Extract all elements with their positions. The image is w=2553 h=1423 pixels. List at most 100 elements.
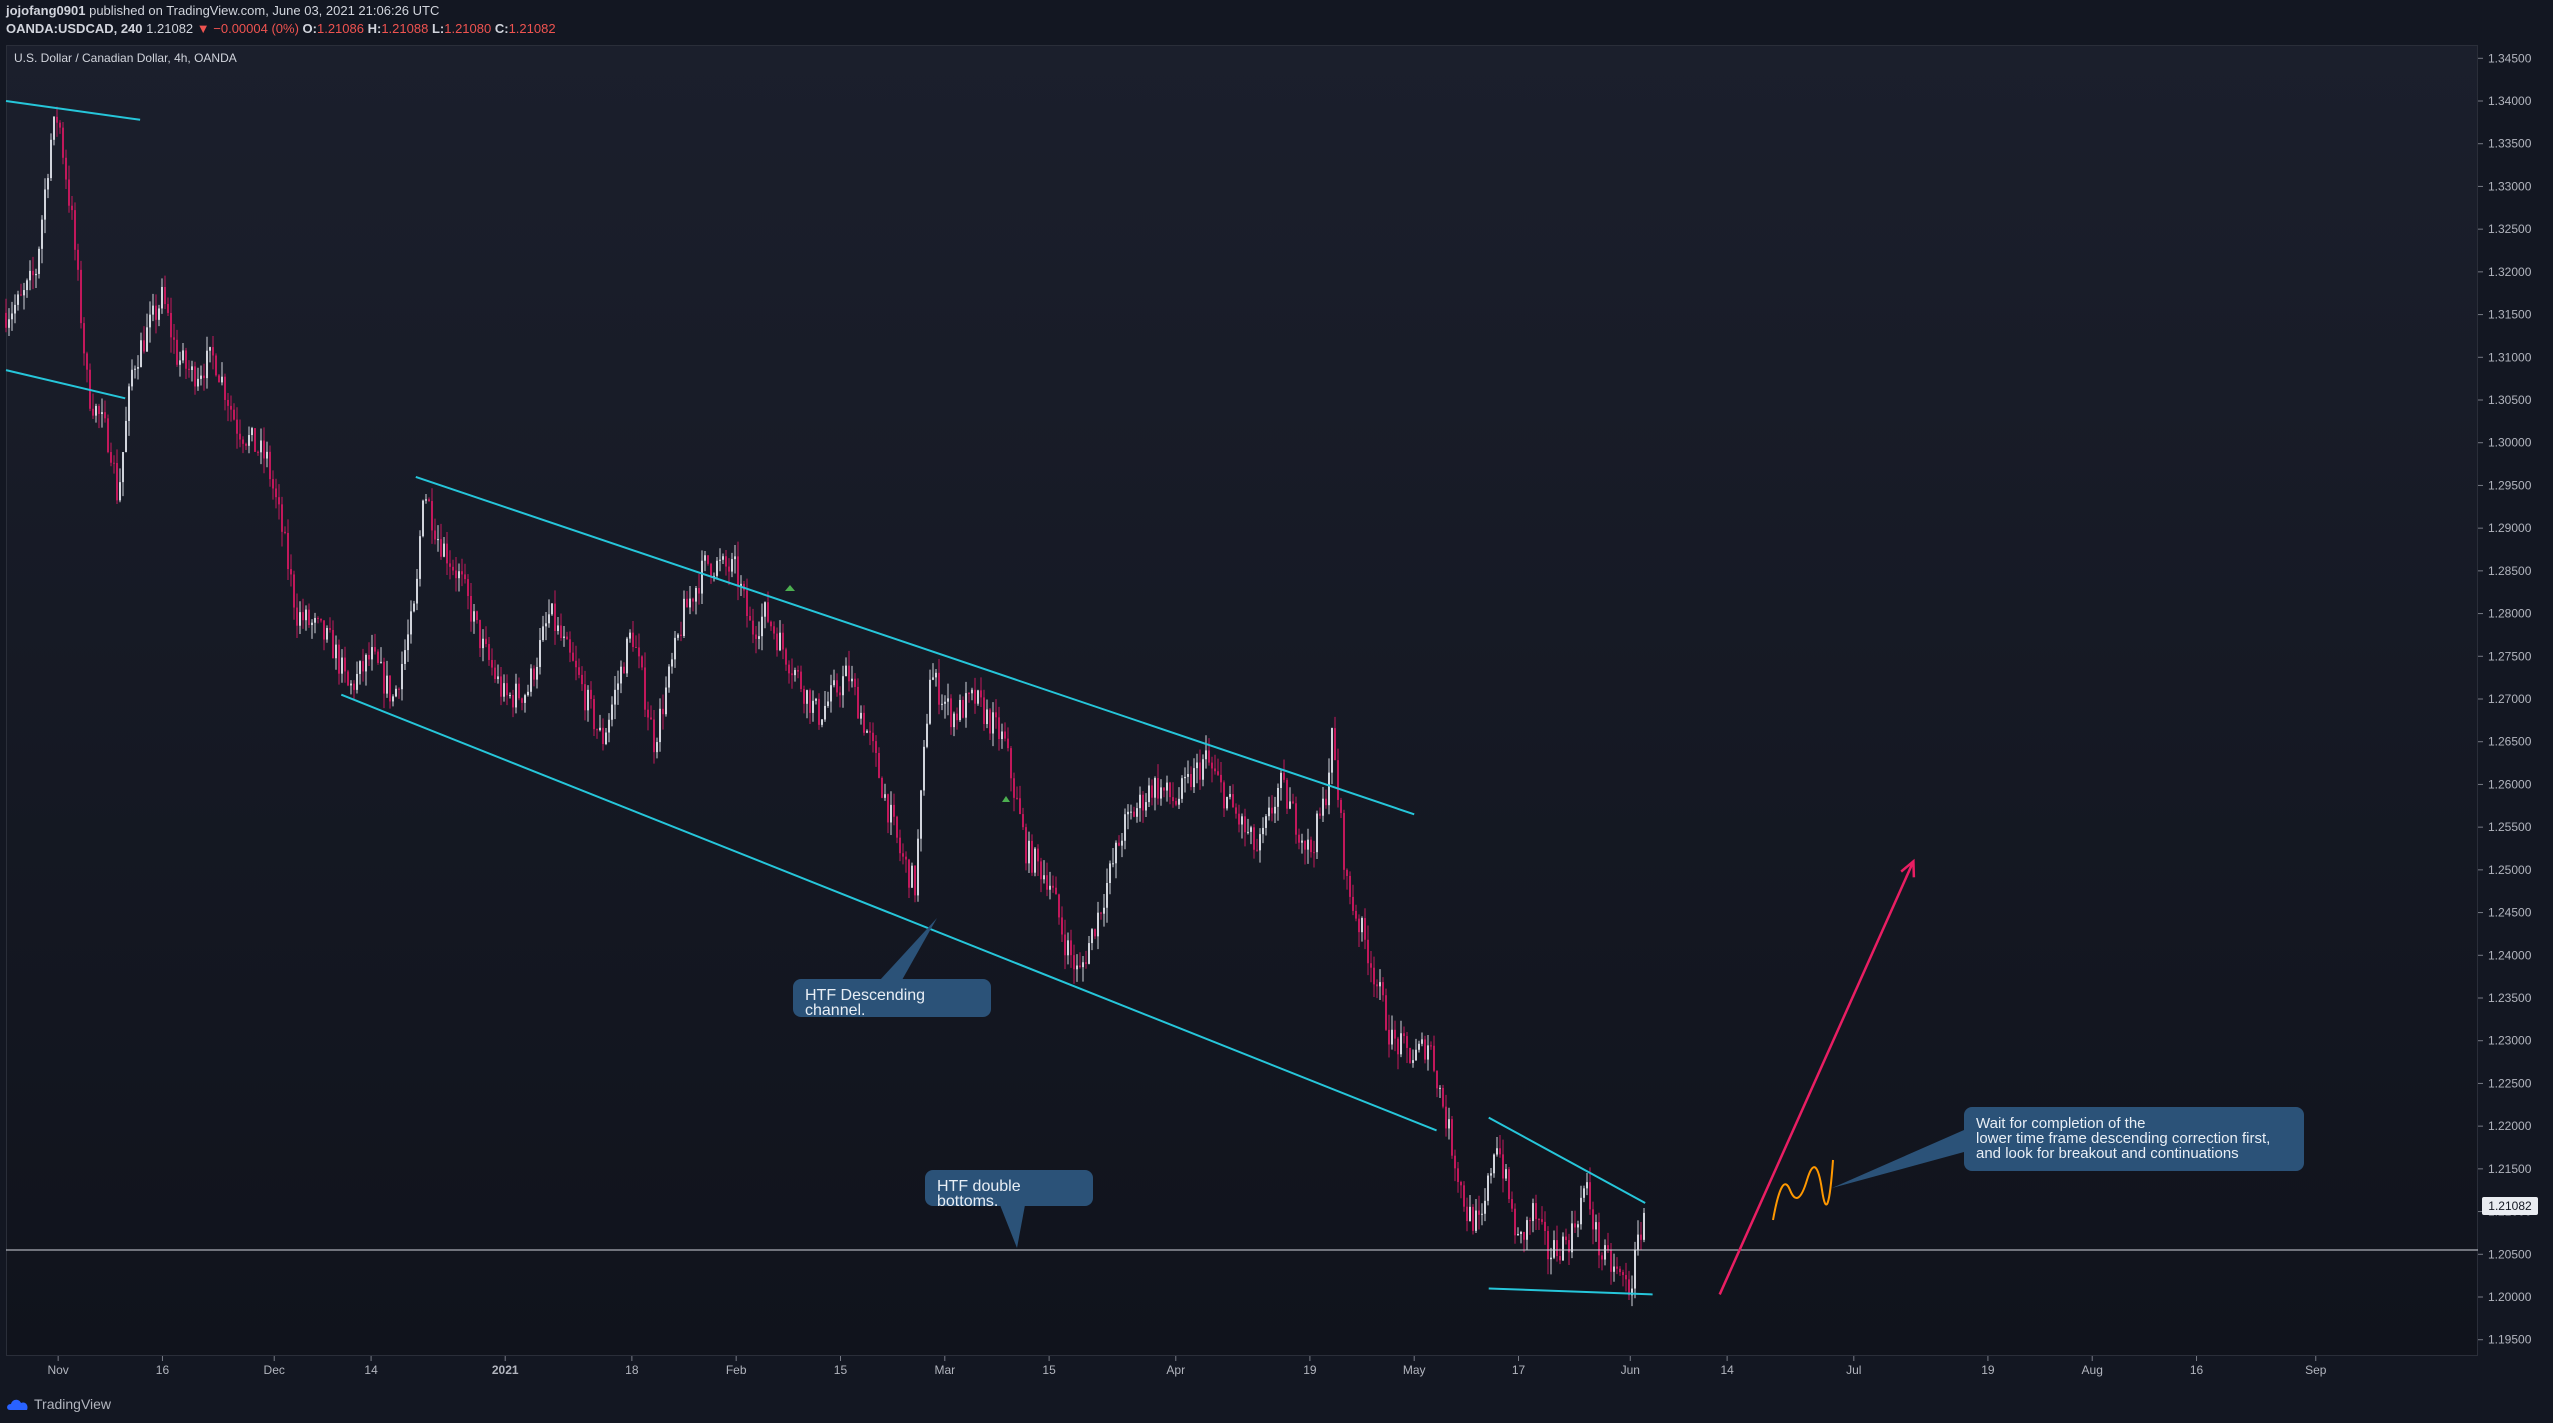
candle-body bbox=[380, 661, 382, 663]
candle-body bbox=[896, 816, 898, 838]
candle-body bbox=[1199, 762, 1201, 780]
candle-body bbox=[1073, 955, 1075, 970]
y-tick-label: 1.30000 bbox=[2488, 436, 2532, 450]
candle-body bbox=[497, 676, 499, 680]
x-tick-label: 14 bbox=[1720, 1363, 1734, 1377]
wait-line-3: and look for breakout and continuations bbox=[1976, 1145, 2239, 1162]
candle-body bbox=[620, 666, 622, 684]
price-chart[interactable]: 1.34500 1.34000 1.33500 1.33000 1.32500 1.320… bbox=[0, 0, 2553, 1423]
x-tick-label: Jun bbox=[1621, 1363, 1640, 1377]
candle-body bbox=[1409, 1047, 1411, 1063]
candle-body bbox=[833, 680, 835, 686]
candle-body bbox=[554, 603, 556, 631]
candle-body bbox=[518, 683, 520, 699]
candle-body bbox=[506, 683, 508, 696]
candle-body bbox=[476, 611, 478, 621]
candle-body bbox=[1097, 912, 1099, 937]
candle-body bbox=[623, 666, 625, 674]
candle-body bbox=[491, 659, 493, 668]
candle-body bbox=[1184, 776, 1186, 779]
candle-body bbox=[1490, 1173, 1492, 1176]
early-upper-line bbox=[5, 100, 141, 121]
candle-body bbox=[107, 418, 109, 453]
candle-body bbox=[1091, 929, 1093, 944]
y-tick-label: 1.25000 bbox=[2488, 863, 2532, 877]
candle-body bbox=[1295, 803, 1297, 835]
candle-body bbox=[1574, 1223, 1576, 1228]
candle-body bbox=[1349, 875, 1351, 897]
candle-body bbox=[215, 355, 217, 376]
double-bottom-callout-text: HTF double bottoms. bbox=[937, 1178, 1021, 1210]
x-tick-label: Dec bbox=[264, 1363, 285, 1377]
candle-body bbox=[320, 618, 322, 621]
candle-body bbox=[812, 700, 814, 713]
y-tick-label: 1.34500 bbox=[2488, 51, 2532, 65]
candle-body bbox=[1343, 812, 1345, 870]
candle-body bbox=[407, 634, 409, 651]
candle-body bbox=[881, 777, 883, 798]
candle-body bbox=[1280, 772, 1282, 788]
candle-body bbox=[500, 676, 502, 697]
candle-body bbox=[1472, 1206, 1474, 1231]
candle-body bbox=[587, 689, 589, 711]
candle-body bbox=[869, 730, 871, 733]
candle-body bbox=[71, 205, 73, 211]
wait-callout[interactable]: Wait for completion of the lower time fr… bbox=[1964, 1107, 2304, 1171]
candle-body bbox=[1403, 1033, 1405, 1037]
candle-body bbox=[1505, 1169, 1507, 1179]
candle-body bbox=[638, 647, 640, 657]
x-tick-label: 2021 bbox=[492, 1363, 519, 1377]
candle-body bbox=[710, 563, 712, 576]
candle-body bbox=[32, 270, 34, 276]
x-tick-label: 18 bbox=[625, 1363, 639, 1377]
candle-body bbox=[626, 638, 628, 674]
candle-body bbox=[50, 139, 52, 179]
candle-body bbox=[191, 366, 193, 370]
candle-body bbox=[410, 611, 412, 635]
candle-body bbox=[1418, 1043, 1420, 1050]
channel-callout-pointer bbox=[880, 918, 937, 980]
candle-body bbox=[473, 611, 475, 622]
y-tick-label: 1.20500 bbox=[2488, 1247, 2532, 1261]
candle-body bbox=[983, 697, 985, 725]
candle-body bbox=[1109, 863, 1111, 883]
channel-callout[interactable]: HTF Descending channel. bbox=[793, 979, 991, 1019]
candle-body bbox=[1535, 1203, 1537, 1220]
x-tick-label: Aug bbox=[2082, 1363, 2103, 1377]
candle-body bbox=[92, 408, 94, 416]
candle-body bbox=[317, 618, 319, 620]
wait-callout-pointer bbox=[1832, 1130, 1964, 1188]
candle-body bbox=[893, 804, 895, 817]
candle-body bbox=[1547, 1230, 1549, 1260]
candle-body bbox=[1151, 785, 1153, 798]
candle-body bbox=[1586, 1182, 1588, 1189]
candle-body bbox=[1637, 1234, 1639, 1250]
x-tick-label: 14 bbox=[364, 1363, 378, 1377]
tradingview-logo[interactable]: TradingView bbox=[6, 1396, 111, 1412]
candle-body bbox=[1457, 1168, 1459, 1182]
candle-body bbox=[1208, 750, 1210, 763]
x-tick-label: 15 bbox=[1042, 1363, 1056, 1377]
candle-body bbox=[14, 304, 16, 314]
candle-body bbox=[539, 640, 541, 667]
candle-body bbox=[236, 419, 238, 434]
candle-body bbox=[1460, 1181, 1462, 1186]
candle-body bbox=[1124, 814, 1126, 841]
candle-body bbox=[38, 248, 40, 274]
double-bottom-callout[interactable]: HTF double bottoms. bbox=[925, 1170, 1093, 1210]
candle-body bbox=[440, 539, 442, 557]
candle-body bbox=[1325, 798, 1327, 806]
candle-body bbox=[1049, 885, 1051, 890]
candle-body bbox=[53, 116, 55, 140]
candle-body bbox=[1427, 1045, 1429, 1060]
candle-body bbox=[770, 621, 772, 627]
candle-body bbox=[962, 699, 964, 718]
candle-body bbox=[209, 347, 211, 351]
candle-body bbox=[1112, 863, 1114, 865]
candle-body bbox=[395, 688, 397, 697]
candle-body bbox=[1283, 772, 1285, 780]
up-marker bbox=[1002, 796, 1010, 802]
candle-body bbox=[752, 620, 754, 635]
candle-body bbox=[170, 312, 172, 338]
candle-body bbox=[1253, 827, 1255, 850]
